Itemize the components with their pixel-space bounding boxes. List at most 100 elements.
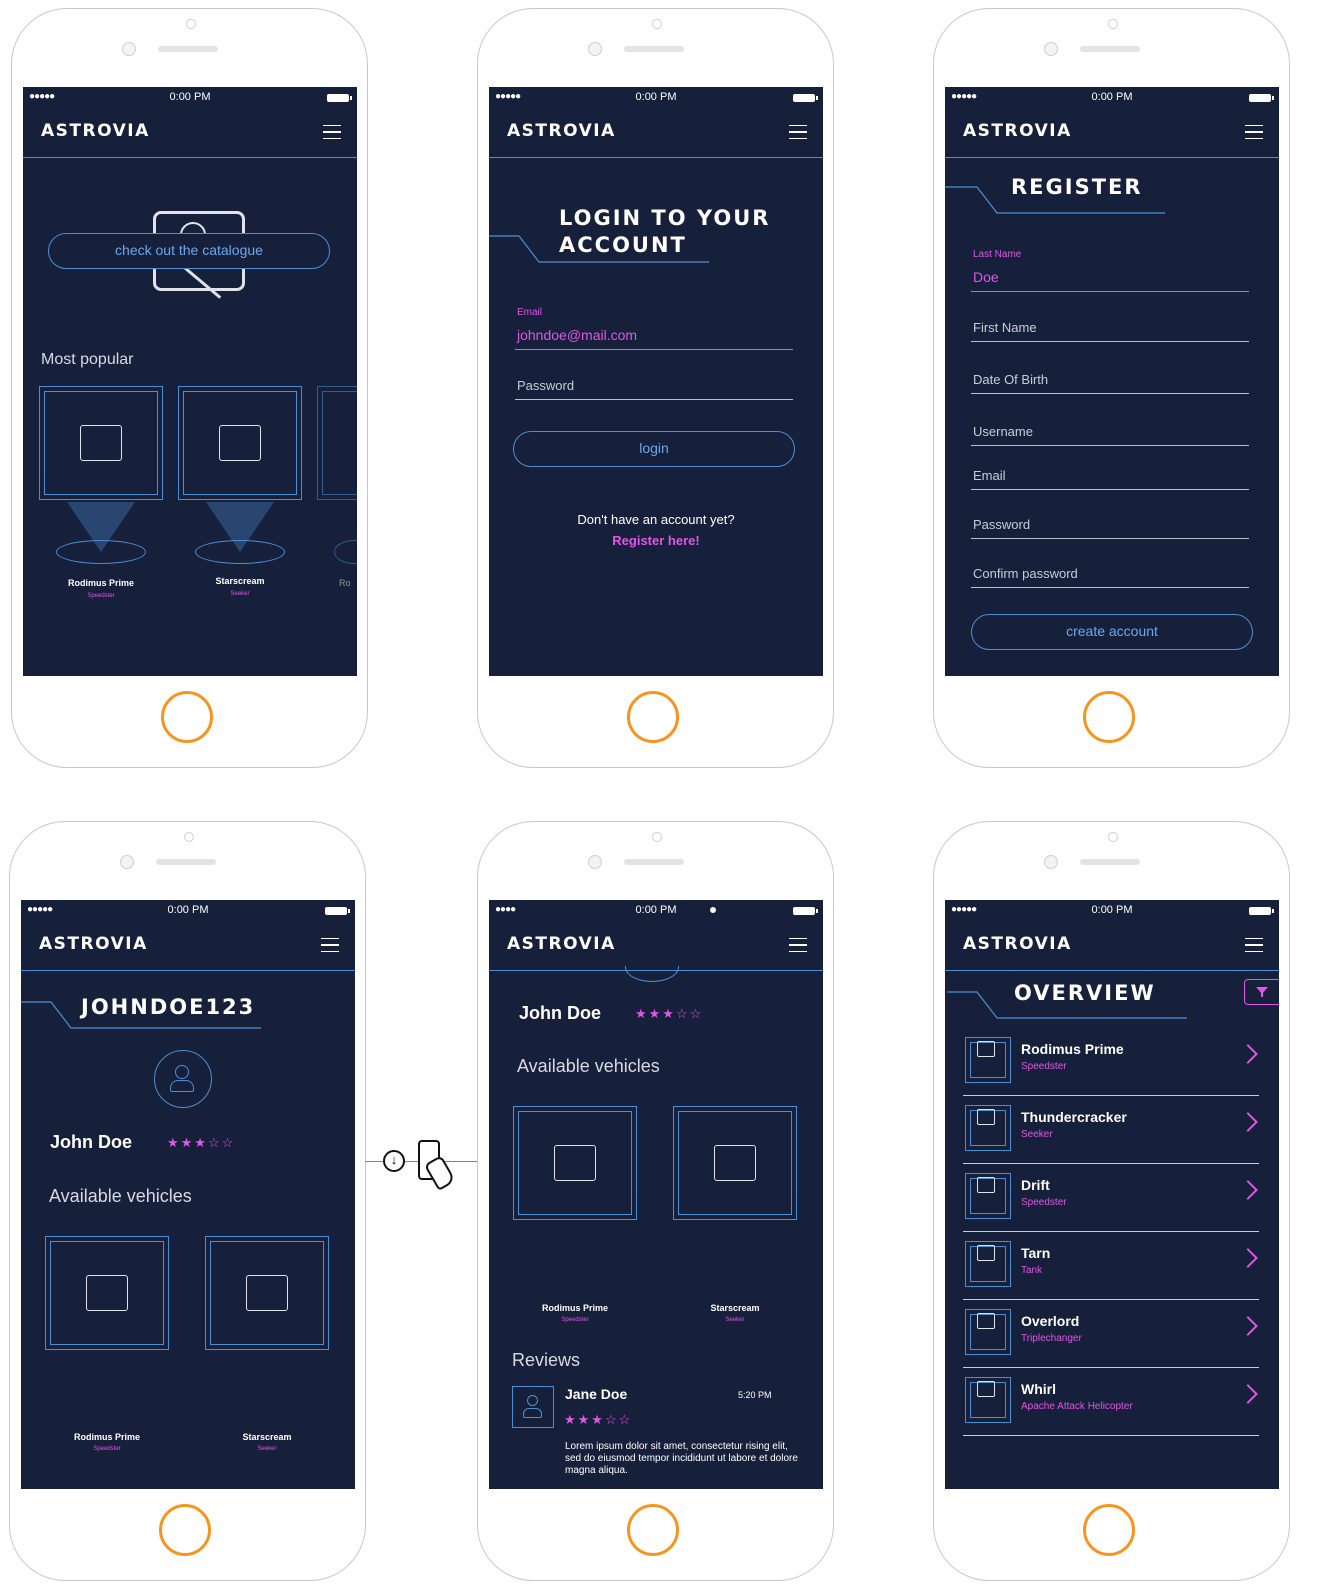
- menu-icon[interactable]: [321, 938, 339, 952]
- vehicle-card-2[interactable]: [205, 1236, 329, 1350]
- heading-underline: [489, 235, 709, 263]
- review-stars: ★★★☆☆: [564, 1412, 633, 1427]
- user-icon: [527, 1395, 538, 1406]
- chevron-right-icon[interactable]: [1238, 1180, 1258, 1200]
- item-type: Tank: [1021, 1265, 1043, 1276]
- confirm-password-field[interactable]: Confirm password: [971, 559, 1249, 588]
- reviewer-avatar[interactable]: [512, 1386, 554, 1428]
- last-name-field[interactable]: Last Name Doe: [971, 249, 1249, 292]
- chevron-right-icon[interactable]: [1238, 1112, 1258, 1132]
- camera-dot: [186, 19, 196, 29]
- app-logo[interactable]: ASTROVIA: [963, 934, 1072, 954]
- heading-underline: [947, 991, 1187, 1019]
- no-account-text: Don't have an account yet?: [577, 512, 735, 527]
- vehicle-card-1[interactable]: [45, 1236, 169, 1350]
- camera-dot: [652, 19, 662, 29]
- status-time: 0:00 PM: [1091, 91, 1133, 103]
- home-button[interactable]: [159, 1504, 211, 1556]
- speaker: [624, 46, 684, 52]
- camera-dot: [652, 832, 662, 842]
- screen-login: ●●●●● 0:00 PM ASTROVIA LOGIN TO YOUR ACC…: [489, 87, 823, 676]
- email-field[interactable]: Email johndoe@mail.com: [515, 307, 793, 350]
- speaker: [158, 46, 218, 52]
- speaker: [1080, 859, 1140, 865]
- item-name: Rodimus Prime: [541, 1303, 608, 1313]
- list-item[interactable]: Tarn Tank: [963, 1231, 1259, 1300]
- reviews-title: Reviews: [512, 1350, 581, 1370]
- create-account-button[interactable]: create account: [971, 614, 1253, 650]
- item-name: Drift: [1021, 1177, 1050, 1193]
- item-type: Speedster: [1021, 1197, 1067, 1208]
- vehicle-card-2[interactable]: [673, 1106, 797, 1220]
- phone-overview: ●●●●● 0:00 PM ASTROVIA OVERVIEW Rodimus …: [933, 821, 1290, 1581]
- app-logo[interactable]: ASTROVIA: [41, 121, 150, 141]
- item-type: Seeker: [257, 1446, 277, 1452]
- last-name-label: Last Name: [973, 249, 1022, 260]
- register-link[interactable]: Register here!: [489, 533, 823, 548]
- image-icon: [80, 425, 122, 461]
- home-button[interactable]: [627, 691, 679, 743]
- image-icon: [86, 1275, 128, 1311]
- item-name: Starscream: [710, 1303, 760, 1313]
- catalogue-button[interactable]: check out the catalogue: [48, 233, 330, 269]
- list-item[interactable]: Thundercracker Seeker: [963, 1095, 1259, 1164]
- app-logo[interactable]: ASTROVIA: [963, 121, 1072, 141]
- item-type: Speedster: [87, 593, 115, 599]
- menu-icon[interactable]: [323, 125, 341, 139]
- home-button[interactable]: [161, 691, 213, 743]
- popular-card-1[interactable]: [39, 386, 163, 500]
- list-item[interactable]: Whirl Apache Attack Helicopter: [963, 1367, 1259, 1436]
- filter-button[interactable]: [1244, 979, 1279, 1005]
- login-button[interactable]: login: [513, 431, 795, 467]
- app-logo[interactable]: ASTROVIA: [507, 934, 616, 954]
- menu-icon[interactable]: [1245, 938, 1263, 952]
- menu-icon[interactable]: [789, 938, 807, 952]
- image-icon: [977, 1109, 995, 1125]
- home-button[interactable]: [1083, 1504, 1135, 1556]
- chevron-right-icon[interactable]: [1238, 1044, 1258, 1064]
- item-type: Apache Attack Helicopter: [1021, 1401, 1133, 1412]
- front-camera: [588, 855, 602, 869]
- battery-icon: [1249, 907, 1274, 915]
- item-name: Whirl: [1021, 1381, 1056, 1397]
- popular-card-3[interactable]: [317, 386, 357, 500]
- popular-card-2[interactable]: [178, 386, 302, 500]
- password-field[interactable]: Password: [971, 510, 1249, 539]
- list-item[interactable]: Overlord Triplechanger: [963, 1299, 1259, 1368]
- phone-profile: ●●●●● 0:00 PM ASTROVIA JOHNDOE123 John D…: [9, 821, 366, 1581]
- chevron-right-icon[interactable]: [1238, 1384, 1258, 1404]
- chevron-right-icon[interactable]: [1238, 1248, 1258, 1268]
- chevron-right-icon[interactable]: [1238, 1316, 1258, 1336]
- menu-icon[interactable]: [1245, 125, 1263, 139]
- menu-icon[interactable]: [789, 125, 807, 139]
- app-logo[interactable]: ASTROVIA: [507, 121, 616, 141]
- front-camera: [588, 42, 602, 56]
- navbar: ASTROVIA: [945, 920, 1279, 971]
- password-field[interactable]: Password: [515, 371, 793, 400]
- avatar[interactable]: [154, 1050, 212, 1108]
- first-name-field[interactable]: First Name: [971, 313, 1249, 342]
- last-name-value: Doe: [973, 269, 999, 285]
- review-time: 5:20 PM: [738, 1390, 772, 1400]
- phone-login: ●●●●● 0:00 PM ASTROVIA LOGIN TO YOUR ACC…: [477, 8, 834, 768]
- user-name: John Doe: [519, 1003, 602, 1023]
- camera-dot: [1108, 19, 1118, 29]
- field-label: Confirm password: [973, 566, 1078, 581]
- camera-dot: [1108, 832, 1118, 842]
- app-logo[interactable]: ASTROVIA: [39, 934, 148, 954]
- speaker: [624, 859, 684, 865]
- email-field[interactable]: Email: [971, 461, 1249, 490]
- home-button[interactable]: [627, 1504, 679, 1556]
- vehicle-card-1[interactable]: [513, 1106, 637, 1220]
- dob-field[interactable]: Date Of Birth: [971, 365, 1249, 394]
- item-type: Seeker: [230, 591, 250, 597]
- username-field[interactable]: Username: [971, 417, 1249, 446]
- home-button[interactable]: [1083, 691, 1135, 743]
- image-icon: [977, 1381, 995, 1397]
- section-title: Most popular: [41, 351, 134, 368]
- item-type: Speedster: [93, 1446, 121, 1452]
- list-item[interactable]: Rodimus Prime Speedster: [963, 1027, 1259, 1096]
- scroll-indicator-dot: [710, 907, 716, 913]
- battery-icon: [793, 907, 818, 915]
- list-item[interactable]: Drift Speedster: [963, 1163, 1259, 1232]
